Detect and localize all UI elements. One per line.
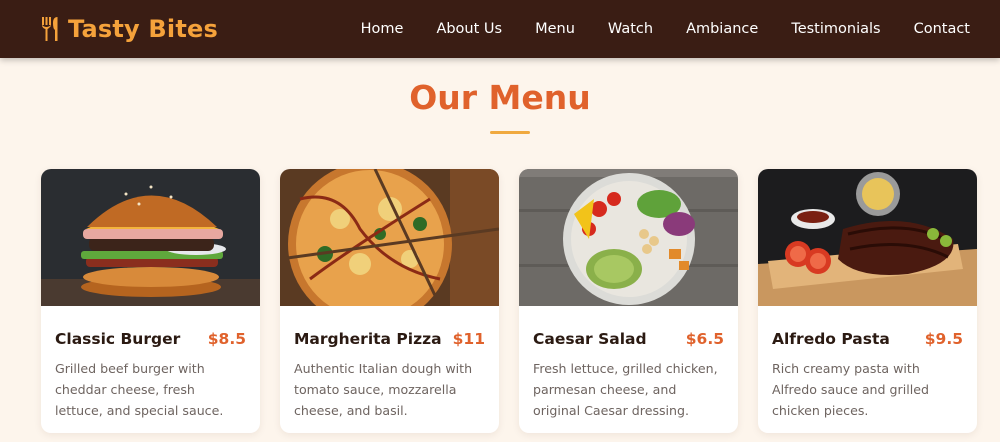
utensils-icon (42, 17, 58, 41)
brand-logo[interactable]: Tasty Bites (40, 15, 218, 43)
card-body: Caesar Salad $6.5 Fresh lettuce, grilled… (519, 306, 738, 421)
nav-link-contact[interactable]: Contact (914, 21, 970, 37)
nav-links: Home About Us Menu Watch Ambiance Testim… (328, 21, 970, 37)
title-underline (490, 131, 530, 134)
card-body: Classic Burger $8.5 Grilled beef burger … (41, 306, 260, 421)
nav-link-ambiance[interactable]: Ambiance (686, 21, 758, 37)
nav-link-watch[interactable]: Watch (608, 21, 653, 37)
nav-link-home[interactable]: Home (361, 21, 404, 37)
card-price: $9.5 (924, 330, 963, 348)
card-title: Caesar Salad (533, 330, 647, 348)
menu-card-caesar-salad[interactable]: Caesar Salad $6.5 Fresh lettuce, grilled… (519, 169, 738, 433)
card-description: Fresh lettuce, grilled chicken, parmesan… (533, 361, 718, 418)
card-description: Grilled beef burger with cheddar cheese,… (55, 361, 224, 418)
section-title: Our Menu (409, 78, 591, 117)
card-description: Authentic Italian dough with tomato sauc… (294, 361, 473, 418)
salad-photo (519, 169, 738, 306)
burger-photo (41, 169, 260, 306)
menu-card-alfredo-pasta[interactable]: Alfredo Pasta $9.5 Rich creamy pasta wit… (758, 169, 977, 433)
card-price: $11 (452, 330, 485, 348)
nav-link-menu[interactable]: Menu (535, 21, 575, 37)
card-head: Margherita Pizza $11 (294, 330, 485, 348)
card-title: Margherita Pizza (294, 330, 442, 348)
menu-cards: Classic Burger $8.5 Grilled beef burger … (41, 169, 977, 433)
card-price: $6.5 (685, 330, 724, 348)
card-price: $8.5 (207, 330, 246, 348)
card-head: Caesar Salad $6.5 (533, 330, 724, 348)
card-head: Alfredo Pasta $9.5 (772, 330, 963, 348)
navbar: Tasty Bites Home About Us Menu Watch Amb… (0, 0, 1000, 58)
card-head: Classic Burger $8.5 (55, 330, 246, 348)
menu-card-margherita-pizza[interactable]: Margherita Pizza $11 Authentic Italian d… (280, 169, 499, 433)
menu-card-classic-burger[interactable]: Classic Burger $8.5 Grilled beef burger … (41, 169, 260, 433)
nav-link-about-us[interactable]: About Us (436, 21, 502, 37)
card-description: Rich creamy pasta with Alfredo sauce and… (772, 361, 929, 418)
card-body: Margherita Pizza $11 Authentic Italian d… (280, 306, 499, 421)
card-title: Alfredo Pasta (772, 330, 890, 348)
brand-name: Tasty Bites (68, 15, 218, 43)
card-title: Classic Burger (55, 330, 181, 348)
nav-link-testimonials[interactable]: Testimonials (791, 21, 880, 37)
pizza-photo (280, 169, 499, 306)
card-body: Alfredo Pasta $9.5 Rich creamy pasta wit… (758, 306, 977, 421)
ribs-photo (758, 169, 977, 306)
